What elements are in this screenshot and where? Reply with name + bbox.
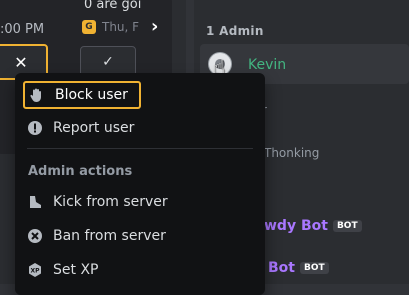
report-alert-icon — [27, 120, 43, 136]
close-icon: ✕ — [14, 53, 27, 72]
ban-x-icon — [27, 228, 43, 244]
event-preview-text: 0 are goi — [84, 0, 164, 12]
admin-actions-heading: Admin actions — [28, 164, 132, 179]
bot-name: Bot — [268, 260, 295, 276]
event-time: :00 PM — [0, 22, 44, 37]
chevron-right-icon[interactable]: › — [151, 16, 158, 37]
check-icon: ✓ — [102, 54, 114, 70]
kick-from-server-menu-item[interactable]: Kick from server — [23, 188, 255, 216]
bot-badge: BOT — [300, 262, 329, 274]
member-row-bot-1[interactable]: wdy Bot BOT — [264, 218, 362, 234]
menu-divider — [27, 148, 253, 149]
xp-badge-icon: XP — [27, 262, 43, 278]
menu-item-label: Ban from server — [53, 228, 166, 244]
member-name[interactable]: Kevin — [248, 57, 286, 73]
bot-badge: BOT — [333, 220, 362, 232]
set-xp-menu-item[interactable]: XP Set XP — [23, 256, 255, 284]
menu-item-label: Set XP — [53, 262, 98, 278]
role-header-admin: 1 Admin — [206, 24, 264, 38]
member-row-bot-2[interactable]: Bot BOT — [268, 260, 329, 276]
server-badge-icon: G — [82, 20, 96, 34]
block-user-menu-item[interactable]: Block user — [23, 81, 141, 109]
menu-item-label: Report user — [53, 120, 134, 136]
ban-from-server-menu-item[interactable]: Ban from server — [23, 222, 255, 250]
report-user-menu-item[interactable]: Report user — [23, 114, 255, 142]
member-status-text: Thonking — [264, 146, 319, 160]
svg-text:XP: XP — [30, 268, 40, 275]
menu-item-label: Block user — [55, 87, 128, 103]
event-date: Thu, F — [102, 20, 139, 34]
event-date-row: G Thu, F — [82, 20, 139, 34]
user-context-menu: Block user Report user Admin actions Kic… — [15, 73, 265, 295]
hand-stop-icon — [29, 87, 45, 103]
kick-boot-icon — [27, 194, 43, 210]
menu-item-label: Kick from server — [53, 194, 168, 210]
bot-name: wdy Bot — [264, 218, 328, 234]
